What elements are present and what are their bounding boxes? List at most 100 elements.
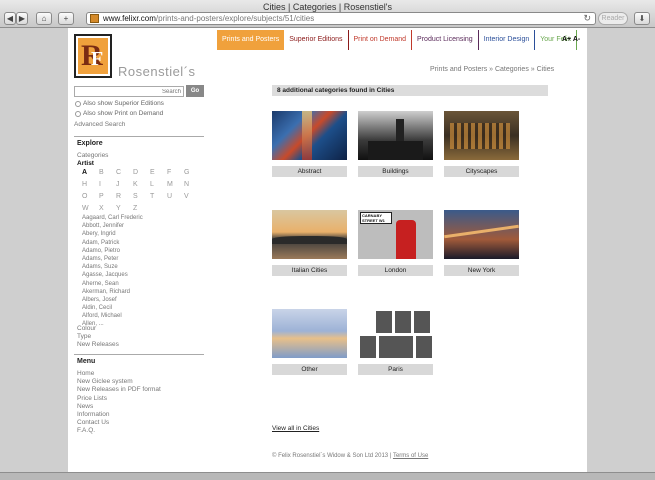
- artist-letter-b[interactable]: B: [99, 168, 116, 178]
- category-card-paris[interactable]: Paris: [358, 309, 433, 375]
- category-thumbnail[interactable]: [272, 111, 347, 160]
- menu-item-information[interactable]: Information: [77, 411, 161, 419]
- categories-link[interactable]: Categories: [77, 152, 108, 159]
- artist-link-item[interactable]: Albers, Josef: [82, 296, 202, 304]
- menu-item-contact-us[interactable]: Contact Us: [77, 419, 161, 427]
- checkbox-circle[interactable]: [75, 110, 81, 117]
- nav-tab-product-licensing[interactable]: Product Licensing: [412, 30, 479, 50]
- category-card-newyork[interactable]: New York: [444, 210, 519, 276]
- artist-link-item[interactable]: Adam, Patrick: [82, 239, 202, 247]
- font-size-controls[interactable]: A+ A-: [562, 36, 580, 43]
- artist-letter-m[interactable]: M: [167, 180, 184, 190]
- artist-letter-s[interactable]: S: [133, 192, 150, 202]
- artist-letter-k[interactable]: K: [133, 180, 150, 190]
- category-card-buildings[interactable]: Buildings: [358, 111, 433, 177]
- artist-letter-l[interactable]: L: [150, 180, 167, 190]
- artist-link-item[interactable]: Alford, Michael: [82, 312, 202, 320]
- category-thumbnail[interactable]: [444, 210, 519, 259]
- colour-link[interactable]: Colour: [77, 325, 96, 332]
- artist-letter-z[interactable]: Z: [133, 204, 150, 214]
- category-label[interactable]: Other: [272, 364, 347, 375]
- artist-letter-u[interactable]: U: [167, 192, 184, 202]
- category-thumbnail[interactable]: [272, 309, 347, 358]
- artist-letter-f[interactable]: F: [167, 168, 184, 178]
- menu-item-home[interactable]: Home: [77, 370, 161, 378]
- artist-letter-r[interactable]: R: [116, 192, 133, 202]
- category-label[interactable]: Paris: [358, 364, 433, 375]
- category-card-italian[interactable]: Italian Cities: [272, 210, 347, 276]
- artist-letter-i[interactable]: I: [99, 180, 116, 190]
- artist-link-item[interactable]: Aherne, Sean: [82, 280, 202, 288]
- artist-letter-a[interactable]: A: [82, 168, 99, 178]
- artist-letter-y[interactable]: Y: [116, 204, 133, 214]
- reader-button[interactable]: Reader: [598, 12, 628, 25]
- artist-letter-v[interactable]: V: [184, 192, 201, 202]
- category-thumbnail[interactable]: [444, 111, 519, 160]
- checkbox-circle[interactable]: [75, 100, 81, 107]
- category-card-cityscapes[interactable]: Cityscapes: [444, 111, 519, 177]
- menu-item-price-lists[interactable]: Price Lists: [77, 395, 161, 403]
- menu-item-new-releases-in-pdf-format[interactable]: New Releases in PDF format: [77, 386, 161, 394]
- terms-of-use-link[interactable]: Terms of Use: [393, 453, 428, 459]
- site-logo[interactable]: R F: [74, 34, 112, 78]
- category-label[interactable]: Cityscapes: [444, 166, 519, 177]
- artist-link-item[interactable]: Adamo, Pietro: [82, 247, 202, 255]
- artist-link-item[interactable]: Abbott, Jennifer: [82, 222, 202, 230]
- artist-letter-p[interactable]: P: [99, 192, 116, 202]
- artist-link-item[interactable]: Abery, Ingrid: [82, 230, 202, 238]
- artist-letter-g[interactable]: G: [184, 168, 201, 178]
- artist-letter-o[interactable]: O: [82, 192, 99, 202]
- menu-item-new-giclee-system[interactable]: New Giclee system: [77, 378, 161, 386]
- artist-link-item[interactable]: Aldin, Cecil: [82, 304, 202, 312]
- superior-editions-checkbox[interactable]: Also show Superior Editions: [75, 100, 164, 107]
- artist-letter-c[interactable]: C: [116, 168, 133, 178]
- nav-tab-superior-editions[interactable]: Superior Editions: [284, 30, 349, 50]
- artist-letter-h[interactable]: H: [82, 180, 99, 190]
- category-thumbnail[interactable]: CARNABY STREET W1: [358, 210, 433, 259]
- nav-tab-interior-design[interactable]: Interior Design: [479, 30, 536, 50]
- artist-link-item[interactable]: Allen, ...: [82, 320, 202, 326]
- nav-tab-prints-and-posters[interactable]: Prints and Posters: [217, 30, 285, 50]
- category-card-other[interactable]: Other: [272, 309, 347, 375]
- brand-name[interactable]: Rosenstiel´s: [118, 64, 196, 79]
- go-button[interactable]: Go: [186, 85, 204, 97]
- home-button[interactable]: ⌂: [36, 12, 52, 25]
- search-input[interactable]: [74, 86, 184, 97]
- artist-letter-d[interactable]: D: [133, 168, 150, 178]
- artist-link-item[interactable]: Agasse, Jacques: [82, 271, 202, 279]
- category-thumbnail[interactable]: [272, 210, 347, 259]
- artist-letter-w[interactable]: W: [82, 204, 99, 214]
- artist-link-item[interactable]: Aagaard, Carl Frederic: [82, 214, 202, 222]
- artist-letter-x[interactable]: X: [99, 204, 116, 214]
- downloads-button[interactable]: ⬇: [634, 12, 650, 25]
- artist-letter-t[interactable]: T: [150, 192, 167, 202]
- menu-item-news[interactable]: News: [77, 403, 161, 411]
- category-thumbnail[interactable]: [358, 111, 433, 160]
- forward-button[interactable]: ▶: [16, 12, 28, 25]
- artist-letter-n[interactable]: N: [184, 180, 201, 190]
- artist-link-item[interactable]: Adams, Peter: [82, 255, 202, 263]
- address-bar[interactable]: www.felixr.com/prints-and-posters/explor…: [86, 12, 596, 25]
- reload-icon[interactable]: ↻: [583, 13, 591, 24]
- artist-letter-j[interactable]: J: [116, 180, 133, 190]
- add-bookmark-button[interactable]: +: [58, 12, 74, 25]
- artist-link[interactable]: Artist: [77, 160, 94, 167]
- category-label[interactable]: New York: [444, 265, 519, 276]
- breadcrumb[interactable]: Prints and Posters » Categories » Cities: [430, 66, 554, 73]
- view-all-link[interactable]: View all in Cities: [272, 425, 319, 432]
- category-label[interactable]: London: [358, 265, 433, 276]
- artist-link-item[interactable]: Akerman, Richard: [82, 288, 202, 296]
- category-card-abstract[interactable]: Abstract: [272, 111, 347, 177]
- nav-tab-print-on-demand[interactable]: Print on Demand: [349, 30, 413, 50]
- category-label[interactable]: Abstract: [272, 166, 347, 177]
- print-on-demand-checkbox[interactable]: Also show Print on Demand: [75, 110, 163, 117]
- category-thumbnail[interactable]: [358, 309, 433, 358]
- type-link[interactable]: Type: [77, 333, 91, 340]
- advanced-search-link[interactable]: Advanced Search: [74, 121, 125, 128]
- category-card-london[interactable]: CARNABY STREET W1 London: [358, 210, 433, 276]
- category-label[interactable]: Buildings: [358, 166, 433, 177]
- back-button[interactable]: ◀: [4, 12, 16, 25]
- artist-letter-e[interactable]: E: [150, 168, 167, 178]
- category-label[interactable]: Italian Cities: [272, 265, 347, 276]
- artist-link-item[interactable]: Adams, Suze: [82, 263, 202, 271]
